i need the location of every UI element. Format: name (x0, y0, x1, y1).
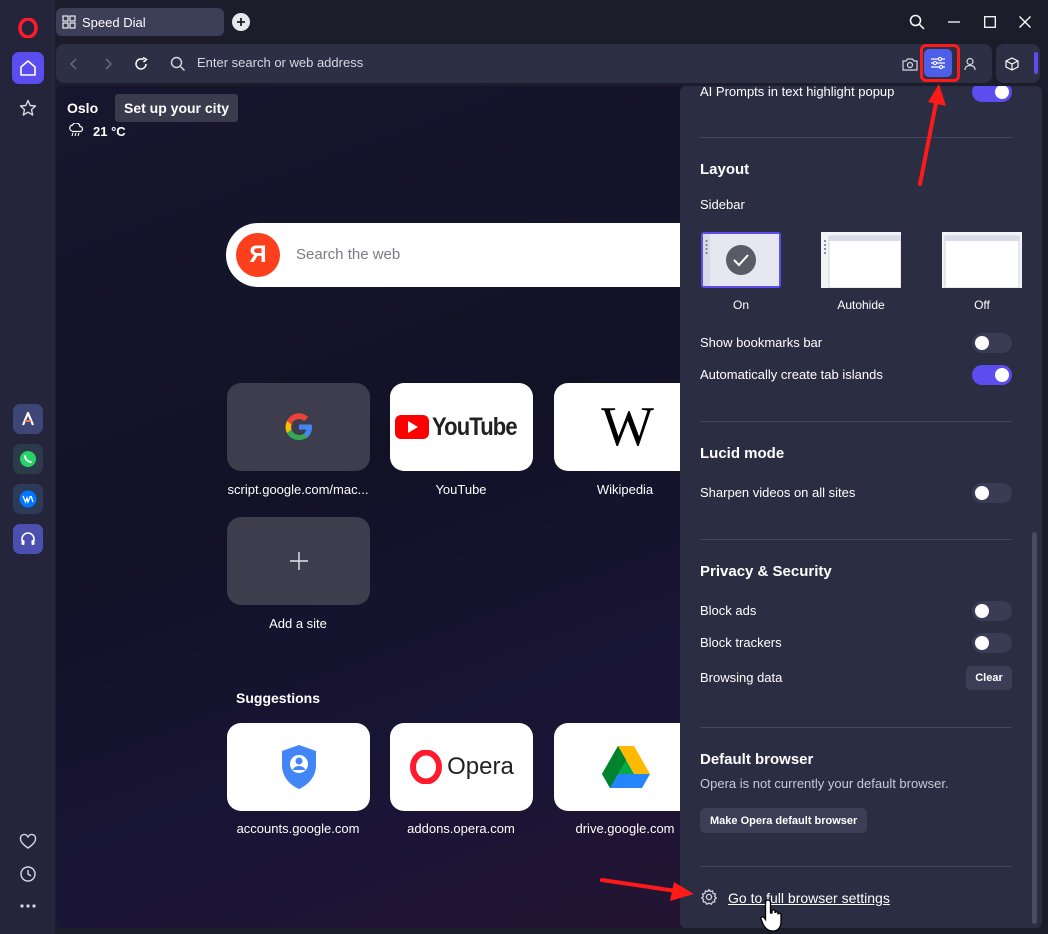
divider (700, 539, 1012, 540)
whatsapp-icon[interactable] (13, 444, 43, 474)
sharpen-videos-label: Sharpen videos on all sites (700, 485, 856, 500)
add-site-button[interactable] (227, 517, 370, 605)
panel-scrollbar[interactable] (1032, 532, 1037, 924)
extensions-cube-icon[interactable] (1002, 54, 1022, 74)
sharpen-videos-toggle[interactable] (972, 483, 1012, 503)
sidebar-off-label: Off (974, 298, 990, 312)
google-drive-icon (601, 746, 650, 788)
easy-setup-panel: AI Prompts in text highlight popup Layou… (680, 86, 1042, 928)
block-ads-toggle[interactable] (972, 601, 1012, 621)
search-icon (168, 54, 188, 74)
default-browser-status: Opera is not currently your default brow… (700, 776, 949, 791)
tab-speed-dial[interactable]: Speed Dial (56, 8, 224, 36)
lucid-mode-title: Lucid mode (700, 445, 785, 462)
sidebar-accent-bar (1034, 52, 1038, 74)
sidebar-label: Sidebar (700, 197, 745, 212)
suggestion-tile-addons-opera[interactable]: Opera (390, 723, 533, 811)
wikipedia-logo: W (601, 396, 654, 458)
reload-icon[interactable] (131, 54, 151, 74)
gear-icon (700, 888, 718, 911)
sidebar-autohide-option[interactable] (821, 232, 902, 289)
maximize-icon[interactable] (980, 12, 1000, 32)
speed-dial-tile-google-script[interactable] (227, 383, 370, 471)
minimize-icon[interactable] (944, 12, 964, 32)
clear-browsing-data-button[interactable]: Clear (966, 666, 1012, 690)
suggestion-tile-drive-google[interactable] (554, 723, 697, 811)
make-default-browser-button[interactable]: Make Opera default browser (700, 808, 868, 833)
rain-cloud-icon (68, 122, 84, 142)
camera-snapshot-icon[interactable] (900, 54, 920, 74)
sidebar-off-option[interactable] (942, 232, 1022, 289)
aria-icon[interactable] (13, 404, 43, 434)
star-icon[interactable] (12, 92, 44, 124)
profile-icon[interactable] (960, 54, 980, 74)
divider (700, 727, 1012, 728)
youtube-wordmark: YouTube (431, 412, 518, 441)
google-icon (285, 413, 312, 441)
browser-window: Speed Dial Enter search or web address O… (0, 0, 1048, 934)
speed-dial-tile-youtube[interactable]: YouTube (390, 383, 533, 471)
plus-icon (289, 552, 308, 570)
more-dots-icon[interactable] (12, 890, 44, 922)
extensions-area (996, 44, 1040, 83)
search-tabs-icon[interactable] (907, 12, 927, 32)
left-sidebar (0, 0, 55, 934)
suggestions-title: Suggestions (236, 690, 321, 706)
web-search-box[interactable]: Я Search the web (226, 223, 706, 287)
heart-icon[interactable] (12, 826, 44, 858)
web-search-input[interactable]: Search the web (296, 246, 400, 263)
grid-icon (62, 15, 76, 29)
weather-tooltip: Set up your city (115, 94, 239, 122)
sidebar-on-label: On (732, 298, 749, 312)
layout-title: Layout (700, 161, 750, 178)
google-account-icon (281, 745, 316, 789)
sidebar-on-option[interactable] (701, 232, 781, 288)
address-input[interactable]: Enter search or web address (197, 55, 363, 70)
default-browser-title: Default browser (700, 751, 814, 768)
back-icon[interactable] (64, 54, 84, 74)
opera-wordmark: Opera (447, 753, 514, 780)
opera-logo: Opera (409, 750, 514, 784)
weather-city[interactable]: Oslo (67, 100, 98, 116)
divider (700, 137, 1012, 138)
browsing-data-label: Browsing data (700, 670, 783, 685)
tab-label: Speed Dial (82, 14, 146, 30)
divider (700, 866, 1012, 867)
home-icon[interactable] (12, 52, 44, 84)
close-icon[interactable] (1015, 12, 1035, 32)
sidebar-autohide-label: Autohide (837, 298, 885, 312)
tile-label: accounts.google.com (236, 821, 360, 836)
tab-islands-toggle[interactable] (972, 365, 1012, 385)
tile-label: script.google.com/mac... (227, 482, 369, 497)
music-player-icon[interactable] (13, 524, 43, 554)
annotation-highlight-box (920, 44, 960, 82)
show-bookmarks-bar-toggle[interactable] (972, 333, 1012, 353)
tab-islands-label: Automatically create tab islands (700, 367, 883, 382)
opera-logo-icon[interactable] (12, 12, 44, 44)
full-browser-settings-link[interactable]: Go to full browser settings (728, 890, 890, 906)
address-bar[interactable]: Enter search or web address (56, 44, 992, 83)
block-ads-label: Block ads (700, 603, 757, 618)
tile-label: Add a site (269, 616, 327, 631)
privacy-security-title: Privacy & Security (700, 563, 832, 580)
speed-dial-tile-wikipedia[interactable]: W (554, 383, 697, 471)
ai-prompts-label: AI Prompts in text highlight popup (700, 86, 895, 99)
new-tab-plus-icon[interactable] (232, 13, 250, 31)
suggestion-tile-accounts-google[interactable] (227, 723, 370, 811)
youtube-logo: YouTube (394, 412, 528, 442)
yandex-logo-icon: Я (236, 233, 280, 277)
ai-prompts-toggle[interactable] (972, 86, 1012, 102)
history-clock-icon[interactable] (12, 858, 44, 890)
tile-label: addons.opera.com (407, 821, 515, 836)
divider (700, 421, 1012, 422)
weather-temperature: 21 °C (93, 124, 126, 139)
tile-label: YouTube (435, 482, 487, 497)
vk-icon[interactable] (13, 484, 43, 514)
block-trackers-label: Block trackers (700, 635, 782, 650)
show-bookmarks-bar-label: Show bookmarks bar (700, 335, 823, 350)
block-trackers-toggle[interactable] (972, 633, 1012, 653)
forward-icon[interactable] (98, 54, 118, 74)
